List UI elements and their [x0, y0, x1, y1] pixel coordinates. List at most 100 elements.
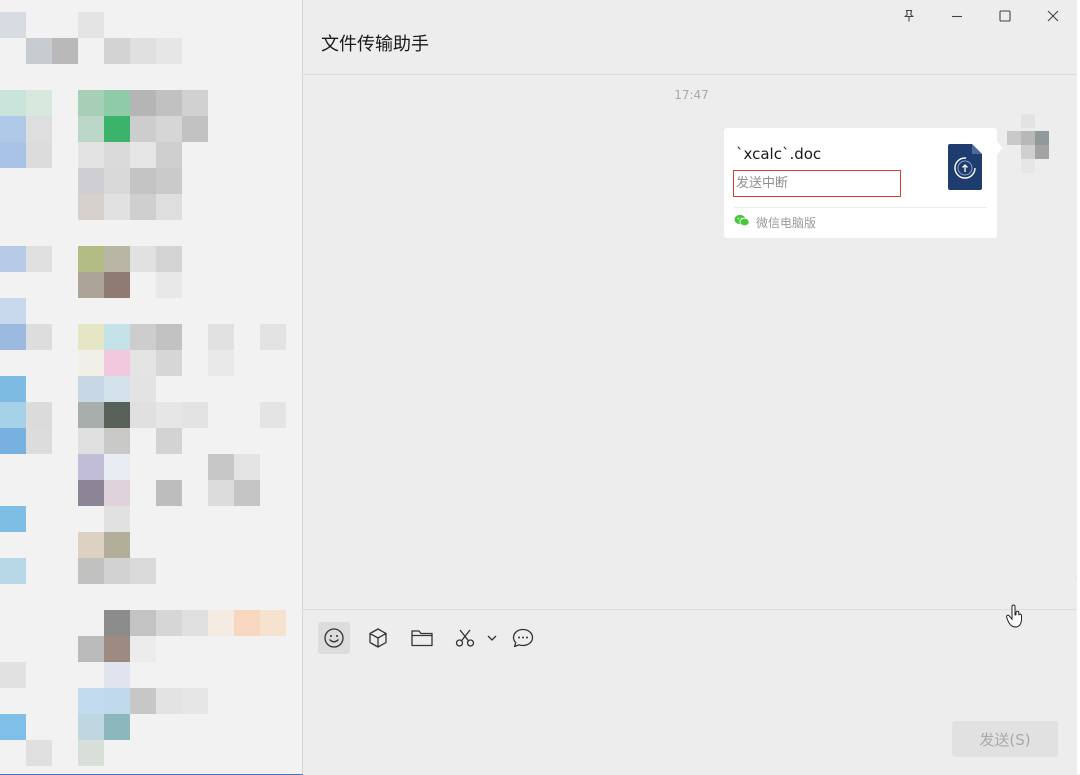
blurred-pixel	[26, 116, 52, 142]
blurred-pixel	[0, 142, 26, 168]
title-bar: 文件传输助手	[303, 0, 1080, 75]
blurred-pixel	[130, 376, 156, 402]
blurred-pixel	[156, 402, 182, 428]
blurred-pixel	[182, 90, 208, 116]
folder-icon[interactable]	[406, 622, 438, 654]
chat-history-icon[interactable]	[507, 622, 539, 654]
blurred-pixel	[208, 350, 234, 376]
blurred-pixel	[78, 272, 104, 298]
blurred-pixel	[156, 246, 182, 272]
blurred-pixel	[104, 402, 130, 428]
blurred-pixel	[26, 142, 52, 168]
blurred-pixel	[78, 454, 104, 480]
blurred-pixel	[26, 38, 52, 64]
blurred-pixel	[0, 12, 26, 38]
blurred-pixel	[78, 480, 104, 506]
blurred-pixel	[156, 688, 182, 714]
blurred-pixel	[156, 116, 182, 142]
blurred-pixel	[0, 714, 26, 740]
blurred-pixel	[78, 350, 104, 376]
hand-cursor-icon	[1006, 604, 1024, 630]
blurred-pixel	[104, 194, 130, 220]
blurred-pixel	[156, 610, 182, 636]
blurred-pixel	[0, 558, 26, 584]
blurred-pixel	[130, 116, 156, 142]
blurred-pixel	[0, 324, 26, 350]
blurred-pixel	[104, 376, 130, 402]
message-input-area[interactable]: 发送(S)	[303, 609, 1080, 775]
blurred-pixel	[234, 454, 260, 480]
blurred-pixel	[78, 194, 104, 220]
blurred-pixel	[104, 272, 130, 298]
pin-icon[interactable]	[895, 4, 923, 28]
blurred-pixel	[130, 246, 156, 272]
blurred-pixel	[130, 38, 156, 64]
blurred-pixel	[182, 116, 208, 142]
blurred-pixel	[130, 350, 156, 376]
blurred-pixel	[130, 688, 156, 714]
chat-title: 文件传输助手	[321, 34, 429, 55]
blurred-pixel	[0, 298, 26, 324]
blurred-pixel	[26, 90, 52, 116]
blurred-pixel	[104, 38, 130, 64]
blurred-pixel	[104, 142, 130, 168]
blurred-pixel	[104, 480, 130, 506]
blurred-pixel	[0, 90, 26, 116]
blurred-pixel	[26, 246, 52, 272]
minimize-icon[interactable]	[943, 4, 971, 28]
chevron-down-icon[interactable]	[481, 622, 503, 654]
blurred-pixel	[104, 558, 130, 584]
blurred-pixel	[234, 480, 260, 506]
file-message-card[interactable]: `xcalc`.doc 发送中断 微信电脑版	[724, 128, 1003, 238]
blurred-pixel	[78, 142, 104, 168]
blurred-pixel	[78, 90, 104, 116]
blurred-pixel	[130, 324, 156, 350]
blurred-pixel	[0, 246, 26, 272]
blurred-pixel	[130, 142, 156, 168]
blurred-pixel	[78, 116, 104, 142]
avatar[interactable]	[1007, 114, 1049, 184]
blurred-pixel	[182, 610, 208, 636]
blurred-pixel	[130, 636, 156, 662]
scissors-icon[interactable]	[449, 622, 481, 654]
blurred-pixel	[104, 350, 130, 376]
blurred-pixel	[260, 610, 286, 636]
close-icon[interactable]	[1039, 4, 1067, 28]
blurred-pixel	[104, 636, 130, 662]
blurred-pixel	[156, 90, 182, 116]
blurred-pixel	[130, 558, 156, 584]
blurred-pixel	[78, 636, 104, 662]
card-separator	[734, 207, 987, 208]
blurred-pixel	[234, 610, 260, 636]
blurred-pixel	[104, 324, 130, 350]
blurred-pixel	[208, 480, 234, 506]
maximize-icon[interactable]	[991, 4, 1019, 28]
blurred-pixel	[78, 428, 104, 454]
blurred-pixel	[208, 454, 234, 480]
blurred-pixel	[260, 402, 286, 428]
blurred-pixel	[0, 662, 26, 688]
message-source: 微信电脑版	[734, 213, 816, 231]
send-button[interactable]: 发送(S)	[952, 721, 1058, 757]
blurred-pixel	[78, 168, 104, 194]
blurred-pixel	[78, 688, 104, 714]
blurred-pixel	[78, 740, 104, 766]
blurred-pixel	[156, 142, 182, 168]
message-timestamp: 17:47	[674, 88, 709, 102]
blurred-pixel	[0, 376, 26, 402]
blurred-pixel	[260, 324, 286, 350]
blurred-pixel	[78, 324, 104, 350]
blurred-pixel	[0, 428, 26, 454]
blurred-pixel	[156, 428, 182, 454]
file-status: 发送中断	[733, 170, 901, 197]
blurred-pixel	[78, 12, 104, 38]
blurred-pixel	[130, 194, 156, 220]
blurred-pixel	[26, 740, 52, 766]
file-name: `xcalc`.doc	[736, 145, 822, 163]
cube-icon[interactable]	[362, 622, 394, 654]
blurred-pixel	[156, 38, 182, 64]
conversation-list-sidebar[interactable]	[0, 0, 302, 774]
blurred-pixel	[26, 324, 52, 350]
blurred-pixel	[104, 688, 130, 714]
emoji-icon[interactable]	[318, 622, 350, 654]
